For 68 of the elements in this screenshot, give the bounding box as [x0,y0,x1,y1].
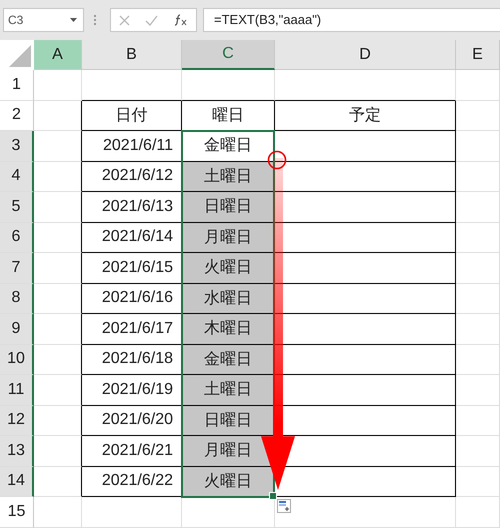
empty-cell [456,466,500,497]
dropdown-icon[interactable] [70,18,77,22]
fill-handle[interactable] [269,492,277,500]
name-box[interactable]: C3 [3,8,84,32]
table-cell: 火曜日 [182,253,275,284]
column-header[interactable]: E [456,40,500,70]
table-cell: 土曜日 [182,162,275,192]
empty-cell [456,100,500,131]
table-cell: 金曜日 [182,344,275,375]
empty-cell [456,253,500,284]
table-cell: 2021/6/20 [82,406,182,436]
check-icon[interactable] [145,14,158,26]
table-header-cell: 予定 [275,100,456,131]
row-header[interactable]: 7 [0,253,34,284]
empty-cell [456,284,500,314]
table-cell: 2021/6/21 [82,436,182,466]
table-cell: 2021/6/14 [82,222,182,253]
empty-cell [456,162,500,192]
empty-cell [456,375,500,406]
table-cell: 2021/6/18 [82,344,182,375]
table-cell: 2021/6/15 [82,253,182,284]
table-cell: 2021/6/12 [82,162,182,192]
table-cell: 2021/6/11 [82,131,182,162]
row-header[interactable]: 9 [0,314,34,344]
table-cell: 2021/6/22 [82,466,182,497]
row-header[interactable]: 11 [0,375,34,406]
empty-cell [456,406,500,436]
table-cell: 2021/6/17 [82,314,182,344]
circle-marker [267,150,287,170]
row-header[interactable]: 8 [0,284,34,314]
cell-reference: C3 [8,13,24,27]
row-header[interactable]: 13 [0,436,34,466]
empty-cell [456,314,500,344]
quick-analysis-icon[interactable] [277,499,291,513]
row-header[interactable]: 6 [0,222,34,253]
table-header-cell: 日付 [82,100,182,131]
table-header-cell: 曜日 [182,100,275,131]
row-header[interactable]: 2 [0,100,34,131]
table-cell: 月曜日 [182,222,275,253]
empty-cell [456,222,500,253]
row-header[interactable]: 14 [0,466,34,497]
empty-cell [456,131,500,162]
column-header[interactable]: C [182,40,275,70]
row-header[interactable]: 12 [0,406,34,436]
empty-cell [456,436,500,466]
table-cell: 土曜日 [182,375,275,406]
formula-field[interactable]: =TEXT(B3,"aaaa") [203,8,500,32]
table-cell: 木曜日 [182,314,275,344]
table-cell: 2021/6/13 [82,192,182,222]
table-cell: 2021/6/19 [82,375,182,406]
row-header[interactable]: 10 [0,344,34,375]
column-header[interactable]: D [275,40,456,70]
column-header[interactable]: B [82,40,182,70]
function-icon[interactable] [174,14,188,26]
row-header[interactable]: 4 [0,162,34,192]
column-header[interactable]: A [34,40,82,70]
row-header[interactable]: 3 [0,131,34,162]
table-cell: 日曜日 [182,192,275,222]
table-cell: 水曜日 [182,284,275,314]
empty-cell [456,70,500,100]
table-cell: 日曜日 [182,406,275,436]
row-header[interactable]: 5 [0,192,34,222]
empty-cell [456,344,500,375]
empty-cell [456,497,500,528]
empty-cell [456,192,500,222]
row-header[interactable]: 1 [0,70,34,100]
table-cell: 2021/6/16 [82,284,182,314]
row-header[interactable]: 15 [0,497,34,528]
